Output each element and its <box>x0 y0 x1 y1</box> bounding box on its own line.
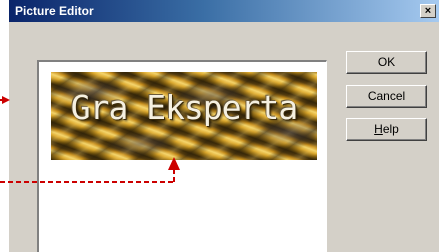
picture-preview-image: Gra Eksperta <box>51 72 317 160</box>
help-label-rest: elp <box>382 122 399 136</box>
ok-button[interactable]: OK <box>346 51 427 74</box>
picture-preview-panel[interactable]: Gra Eksperta <box>37 60 327 252</box>
picture-text: Gra Eksperta <box>70 88 298 127</box>
close-button[interactable]: × <box>420 4 436 18</box>
help-button[interactable]: Help <box>346 118 427 141</box>
help-mnemonic: H <box>374 122 383 136</box>
cancel-button[interactable]: Cancel <box>346 85 427 108</box>
title-bar[interactable]: Picture Editor × <box>9 0 439 22</box>
picture-editor-dialog: Picture Editor × Gra Eksperta OK Cancel … <box>8 0 439 252</box>
window-title: Picture Editor <box>15 4 94 18</box>
close-icon: × <box>424 5 432 17</box>
